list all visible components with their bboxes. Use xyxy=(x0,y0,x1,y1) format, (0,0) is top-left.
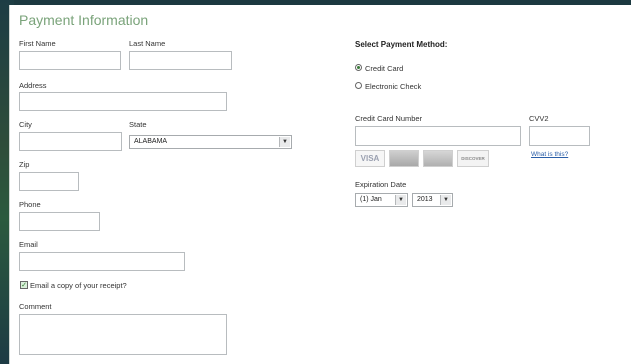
expiration-label: Expiration Date xyxy=(355,180,407,189)
payment-form-panel: Payment Information First Name Last Name… xyxy=(9,5,631,364)
comment-textarea[interactable] xyxy=(19,314,227,355)
address-label: Address xyxy=(19,81,47,90)
phone-label: Phone xyxy=(19,200,41,209)
card-number-field[interactable] xyxy=(355,126,521,146)
year-value: 2013 xyxy=(417,196,433,203)
email-receipt-checkbox[interactable]: ✓ xyxy=(20,281,28,289)
last-name-label: Last Name xyxy=(129,39,166,48)
state-value: ALABAMA xyxy=(134,138,168,145)
month-value: (1) Jan xyxy=(360,196,382,203)
card-number-label: Credit Card Number xyxy=(355,114,423,123)
first-name-field[interactable] xyxy=(19,51,121,70)
last-name-field[interactable] xyxy=(129,51,232,70)
credit-card-option-label: Credit Card xyxy=(365,64,404,73)
chevron-down-icon: ▼ xyxy=(279,137,290,147)
cvv-label: CVV2 xyxy=(529,114,549,123)
expiration-month-select[interactable]: (1) Jan ▼ xyxy=(355,193,408,207)
phone-field[interactable] xyxy=(19,212,100,231)
electronic-check-option-label: Electronic Check xyxy=(365,82,422,91)
payment-method-heading: Select Payment Method: xyxy=(355,40,448,49)
email-field[interactable] xyxy=(19,252,185,271)
page-title: Payment Information xyxy=(19,12,149,28)
comment-label: Comment xyxy=(19,302,52,311)
visa-logo: VISA xyxy=(355,150,385,167)
state-label: State xyxy=(129,120,147,129)
email-label: Email xyxy=(19,240,38,249)
chevron-down-icon: ▼ xyxy=(440,195,451,205)
discover-logo: DISCOVER xyxy=(457,150,489,167)
whats-this-link[interactable]: What is this? xyxy=(531,151,568,158)
first-name-label: First Name xyxy=(19,39,56,48)
city-field[interactable] xyxy=(19,132,122,151)
chevron-down-icon: ▼ xyxy=(395,195,406,205)
credit-card-radio[interactable] xyxy=(355,64,362,71)
zip-label: Zip xyxy=(19,160,30,169)
zip-field[interactable] xyxy=(19,172,79,191)
city-label: City xyxy=(19,120,32,129)
amex-logo xyxy=(423,150,453,167)
address-field[interactable] xyxy=(19,92,227,111)
electronic-check-radio[interactable] xyxy=(355,82,362,89)
email-receipt-label: Email a copy of your receipt? xyxy=(30,281,127,290)
state-select[interactable]: ALABAMA ▼ xyxy=(129,135,292,149)
cvv-field[interactable] xyxy=(529,126,590,146)
mastercard-logo xyxy=(389,150,419,167)
expiration-year-select[interactable]: 2013 ▼ xyxy=(412,193,453,207)
